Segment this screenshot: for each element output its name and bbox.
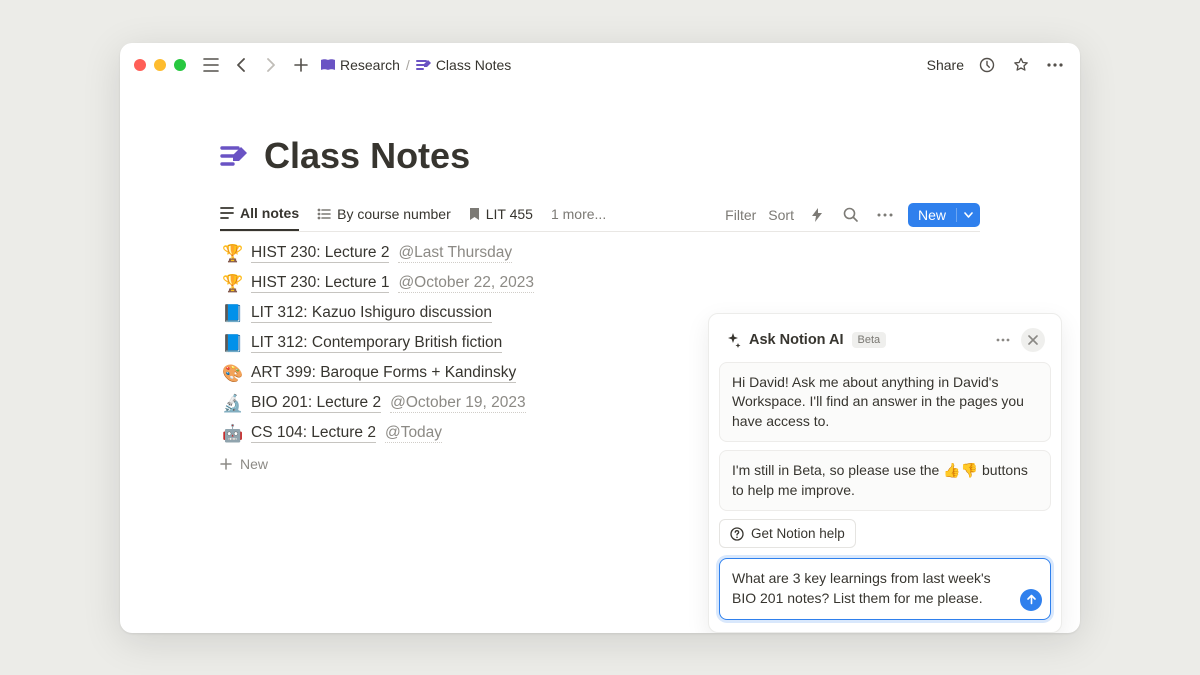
get-help-label: Get Notion help bbox=[751, 526, 845, 541]
new-button-label: New bbox=[908, 203, 956, 227]
page-icon[interactable] bbox=[220, 143, 250, 169]
list-icon bbox=[220, 207, 234, 219]
tab-all-notes-label: All notes bbox=[240, 205, 299, 221]
tab-by-course-label: By course number bbox=[337, 206, 451, 222]
new-button[interactable]: New bbox=[908, 203, 980, 227]
note-date: @Today bbox=[385, 424, 442, 443]
list-item[interactable]: 🏆 HIST 230: Lecture 1 @October 22, 2023 bbox=[222, 274, 980, 294]
note-date: @Last Thursday bbox=[398, 244, 512, 263]
ai-input-text: What are 3 key learnings from last week'… bbox=[732, 570, 991, 606]
bookmark-icon bbox=[469, 207, 480, 221]
note-title: BIO 201: Lecture 2 bbox=[251, 394, 381, 413]
trophy-icon: 🏆 bbox=[222, 244, 242, 264]
new-page-icon[interactable] bbox=[290, 54, 312, 76]
send-button[interactable] bbox=[1020, 589, 1042, 611]
tab-all-notes[interactable]: All notes bbox=[220, 199, 299, 231]
ai-message-text-a: I'm still in Beta, so please use the bbox=[732, 462, 943, 478]
window: Research / Class Notes Share bbox=[120, 43, 1080, 633]
share-button[interactable]: Share bbox=[927, 57, 964, 73]
forward-icon[interactable] bbox=[260, 54, 282, 76]
note-title: HIST 230: Lecture 1 bbox=[251, 274, 389, 293]
ai-header: Ask Notion AI Beta bbox=[719, 324, 1051, 362]
ai-close-icon[interactable] bbox=[1021, 328, 1045, 352]
breadcrumb-parent-label: Research bbox=[340, 57, 400, 73]
tab-more[interactable]: 1 more... bbox=[551, 200, 606, 230]
sort-button[interactable]: Sort bbox=[768, 207, 794, 223]
help-icon bbox=[730, 527, 744, 541]
note-title: ART 399: Baroque Forms + Kandinsky bbox=[251, 364, 516, 383]
lightning-icon[interactable] bbox=[806, 204, 828, 226]
ai-title: Ask Notion AI bbox=[749, 332, 844, 348]
breadcrumb-page-label: Class Notes bbox=[436, 57, 511, 73]
book-icon: 📘 bbox=[222, 304, 242, 324]
thumbs-down-icon: 👎 bbox=[961, 462, 978, 478]
more-icon[interactable] bbox=[1044, 54, 1066, 76]
tab-by-course[interactable]: By course number bbox=[317, 200, 451, 230]
breadcrumb-page[interactable]: Class Notes bbox=[416, 57, 511, 73]
note-date: @October 22, 2023 bbox=[398, 274, 534, 293]
list-item[interactable]: 🏆 HIST 230: Lecture 2 @Last Thursday bbox=[222, 244, 980, 264]
beta-badge: Beta bbox=[852, 332, 887, 348]
robot-icon: 🤖 bbox=[222, 424, 242, 444]
thumbs-up-icon: 👍 bbox=[943, 462, 960, 478]
note-date: @October 19, 2023 bbox=[390, 394, 526, 413]
breadcrumb: Research / Class Notes bbox=[320, 57, 511, 73]
tab-lit455-label: LIT 455 bbox=[486, 206, 533, 222]
palette-icon: 🎨 bbox=[222, 364, 242, 384]
note-title: CS 104: Lecture 2 bbox=[251, 424, 376, 443]
close-window-dot[interactable] bbox=[134, 59, 146, 71]
view-more-icon[interactable] bbox=[874, 204, 896, 226]
ai-message: I'm still in Beta, so please use the 👍👎 … bbox=[719, 450, 1051, 511]
views-tabs: All notes By course number LIT 455 1 mor… bbox=[220, 199, 980, 232]
breadcrumb-parent[interactable]: Research bbox=[320, 57, 400, 73]
page-title: Class Notes bbox=[264, 135, 470, 177]
new-button-chevron-icon[interactable] bbox=[956, 208, 980, 222]
minimize-window-dot[interactable] bbox=[154, 59, 166, 71]
plus-icon bbox=[220, 458, 232, 470]
microscope-icon: 🔬 bbox=[222, 394, 242, 414]
search-icon[interactable] bbox=[840, 204, 862, 226]
traffic-lights bbox=[134, 59, 186, 71]
book-icon bbox=[320, 58, 336, 72]
updates-icon[interactable] bbox=[976, 54, 998, 76]
topbar: Research / Class Notes Share bbox=[120, 43, 1080, 87]
new-row-label: New bbox=[240, 456, 268, 472]
ai-input[interactable]: What are 3 key learnings from last week'… bbox=[719, 558, 1051, 619]
back-icon[interactable] bbox=[230, 54, 252, 76]
ai-more-icon[interactable] bbox=[991, 328, 1015, 352]
grouped-list-icon bbox=[317, 208, 331, 220]
trophy-icon: 🏆 bbox=[222, 274, 242, 294]
sparkle-icon bbox=[725, 332, 741, 348]
note-title: LIT 312: Contemporary British fiction bbox=[251, 334, 502, 353]
page-title-row: Class Notes bbox=[220, 135, 980, 177]
breadcrumb-sep: / bbox=[406, 57, 410, 73]
hamburger-icon[interactable] bbox=[200, 54, 222, 76]
book-icon: 📘 bbox=[222, 334, 242, 354]
favorite-icon[interactable] bbox=[1010, 54, 1032, 76]
tab-lit455[interactable]: LIT 455 bbox=[469, 200, 533, 230]
note-title: LIT 312: Kazuo Ishiguro discussion bbox=[251, 304, 492, 323]
ai-panel: Ask Notion AI Beta Hi David! Ask me abou… bbox=[708, 313, 1062, 633]
fullscreen-window-dot[interactable] bbox=[174, 59, 186, 71]
notes-icon bbox=[416, 58, 432, 72]
tab-more-label: 1 more... bbox=[551, 206, 606, 222]
get-help-button[interactable]: Get Notion help bbox=[719, 519, 856, 548]
ai-message: Hi David! Ask me about anything in David… bbox=[719, 362, 1051, 443]
filter-button[interactable]: Filter bbox=[725, 207, 756, 223]
note-title: HIST 230: Lecture 2 bbox=[251, 244, 389, 263]
